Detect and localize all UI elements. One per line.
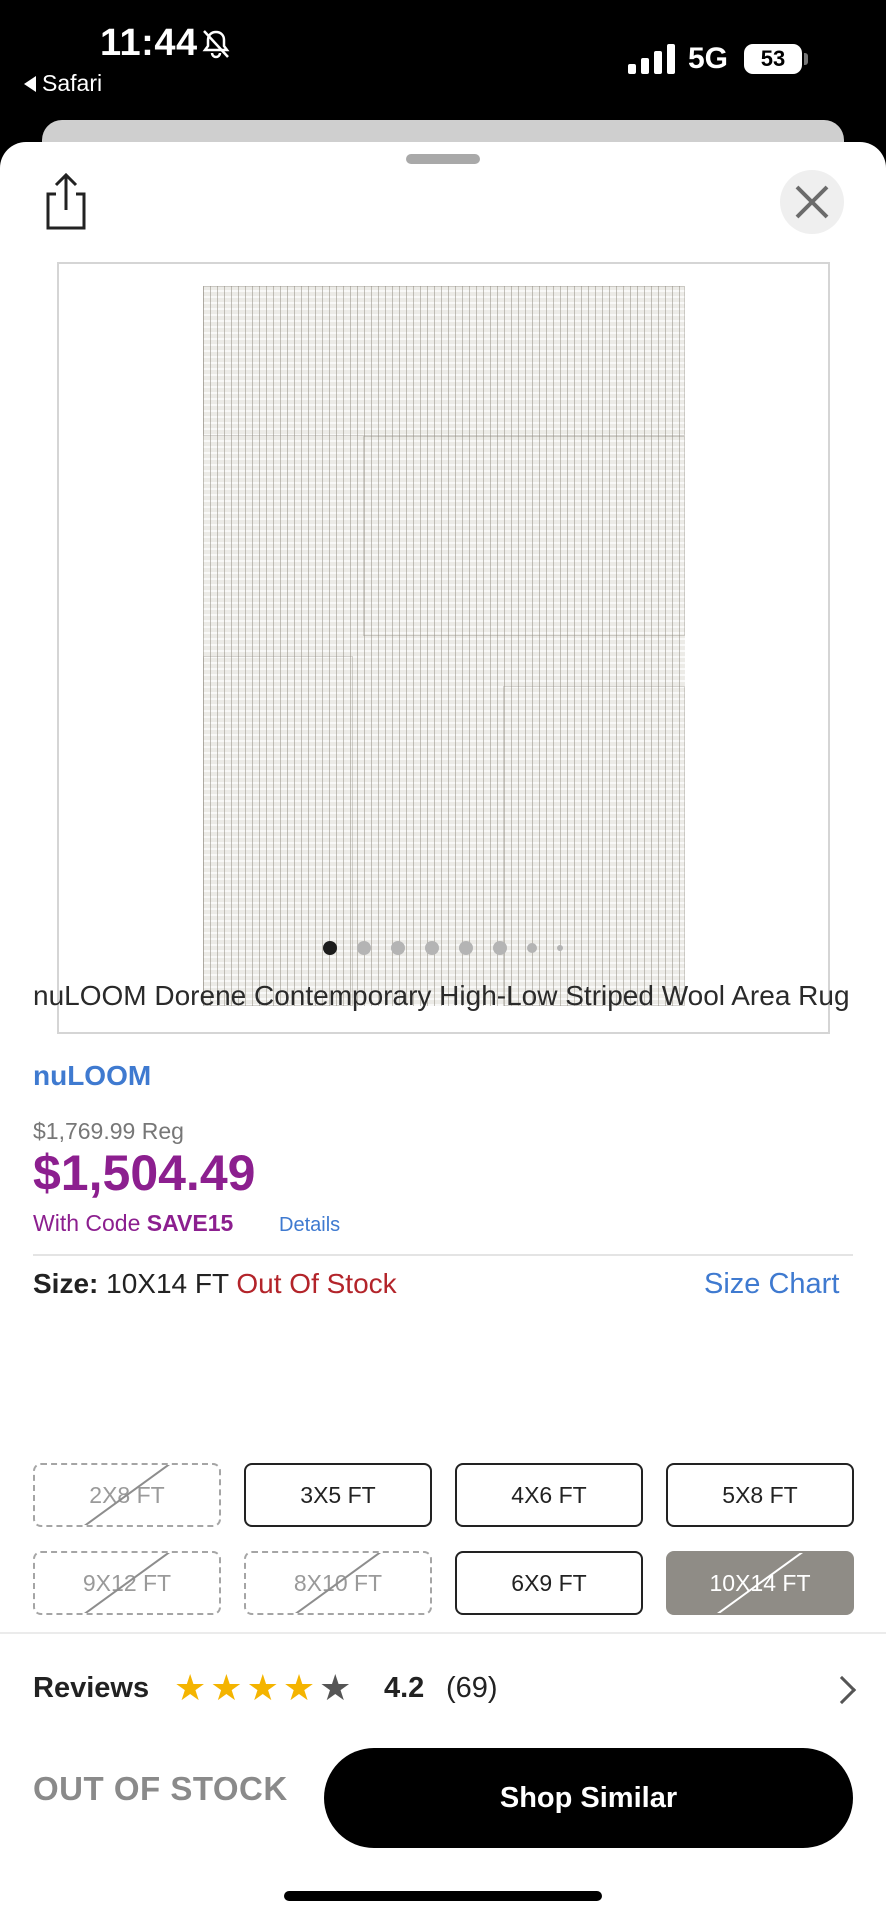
sale-price: $1,504.49 [33, 1145, 256, 1201]
battery-tip [804, 53, 808, 65]
back-arrow-icon [24, 75, 36, 92]
divider [0, 1632, 886, 1634]
bell-off-icon [202, 30, 230, 59]
promo-code-prefix: With Code [33, 1210, 147, 1236]
share-icon[interactable] [40, 172, 92, 232]
selected-size: 10X14 FT [98, 1268, 237, 1299]
rating-value: 4.2 [384, 1672, 425, 1704]
product-sheet [0, 142, 886, 1920]
back-app-label: Safari [42, 70, 103, 96]
star-partial-icon: ★ [319, 1667, 352, 1708]
shop-similar-label: Shop Similar [499, 1781, 678, 1814]
star-icon: ★ [246, 1667, 279, 1708]
size-selection-row: Size: 10X14 FT Out Of Stock [33, 1268, 397, 1300]
status-bar: 11:44 Safari 5G 53 [0, 0, 886, 120]
rug-pattern-block [503, 686, 685, 1006]
size-option-9x12[interactable]: 9X12 FT [33, 1551, 221, 1615]
battery-level: 53 [760, 46, 786, 71]
close-button[interactable] [780, 170, 844, 234]
rug-pattern-block [203, 286, 685, 436]
size-option-label: 6X9 FT [511, 1569, 587, 1596]
battery-icon: 53 [744, 44, 802, 74]
size-option-4x6[interactable]: 4X6 FT [455, 1463, 643, 1527]
carousel-dot[interactable] [459, 941, 473, 955]
network-type: 5G [688, 42, 729, 75]
promo-code: SAVE15 [146, 1210, 234, 1236]
home-indicator[interactable] [284, 1891, 602, 1901]
star-icon: ★ [282, 1667, 316, 1708]
carousel-dot[interactable] [493, 941, 507, 955]
stock-status: Out Of Stock [236, 1268, 397, 1299]
carousel-dot[interactable] [391, 941, 405, 955]
image-carousel-dots [0, 938, 886, 958]
size-label: Size: [33, 1268, 99, 1299]
reviews-label[interactable]: Reviews [33, 1672, 149, 1705]
size-option-10x14[interactable]: 10X14 FT [666, 1551, 854, 1615]
carousel-dot[interactable] [357, 941, 371, 955]
regular-price: $1,769.99 Reg [33, 1118, 184, 1144]
sheet-grabber[interactable] [406, 154, 480, 164]
size-option-label: 3X5 FT [300, 1481, 376, 1508]
size-option-8x10[interactable]: 8X10 FT [244, 1551, 432, 1615]
carousel-dot[interactable] [425, 941, 439, 955]
review-count: (69) [446, 1672, 498, 1704]
star-icon: ★ [210, 1667, 243, 1708]
rating-stars: ★ ★ ★ ★ ★ [174, 1668, 351, 1708]
shop-similar-button[interactable]: Shop Similar [324, 1748, 853, 1848]
carousel-dot[interactable] [323, 941, 337, 955]
promo-details-link[interactable]: Details [279, 1214, 340, 1237]
size-chart-link[interactable]: Size Chart [704, 1268, 839, 1301]
status-time: 11:44 [100, 22, 198, 64]
size-option-3x5[interactable]: 3X5 FT [244, 1463, 432, 1527]
divider [33, 1254, 853, 1256]
carousel-dot[interactable] [527, 943, 537, 953]
promo-code-line: With Code SAVE15 [33, 1210, 233, 1237]
size-option-6x9[interactable]: 6X9 FT [455, 1551, 643, 1615]
product-image [203, 286, 685, 1006]
back-to-safari-link[interactable]: Safari [24, 70, 102, 97]
out-of-stock-label: OUT OF STOCK [33, 1770, 288, 1807]
carousel-dot[interactable] [557, 945, 563, 951]
product-image-frame[interactable] [57, 262, 830, 1034]
star-icon: ★ [174, 1667, 207, 1708]
cellular-signal-icon [628, 44, 675, 74]
close-icon [795, 185, 829, 219]
size-option-2x8[interactable]: 2X8 FT [33, 1463, 221, 1527]
size-option-5x8[interactable]: 5X8 FT [666, 1463, 854, 1527]
rug-pattern-block [363, 436, 685, 636]
brand-link[interactable]: nuLOOM [33, 1060, 151, 1092]
product-title: nuLOOM Dorene Contemporary High-Low Stri… [33, 980, 850, 1011]
size-option-label: 4X6 FT [511, 1481, 587, 1508]
size-option-label: 5X8 FT [722, 1481, 798, 1508]
